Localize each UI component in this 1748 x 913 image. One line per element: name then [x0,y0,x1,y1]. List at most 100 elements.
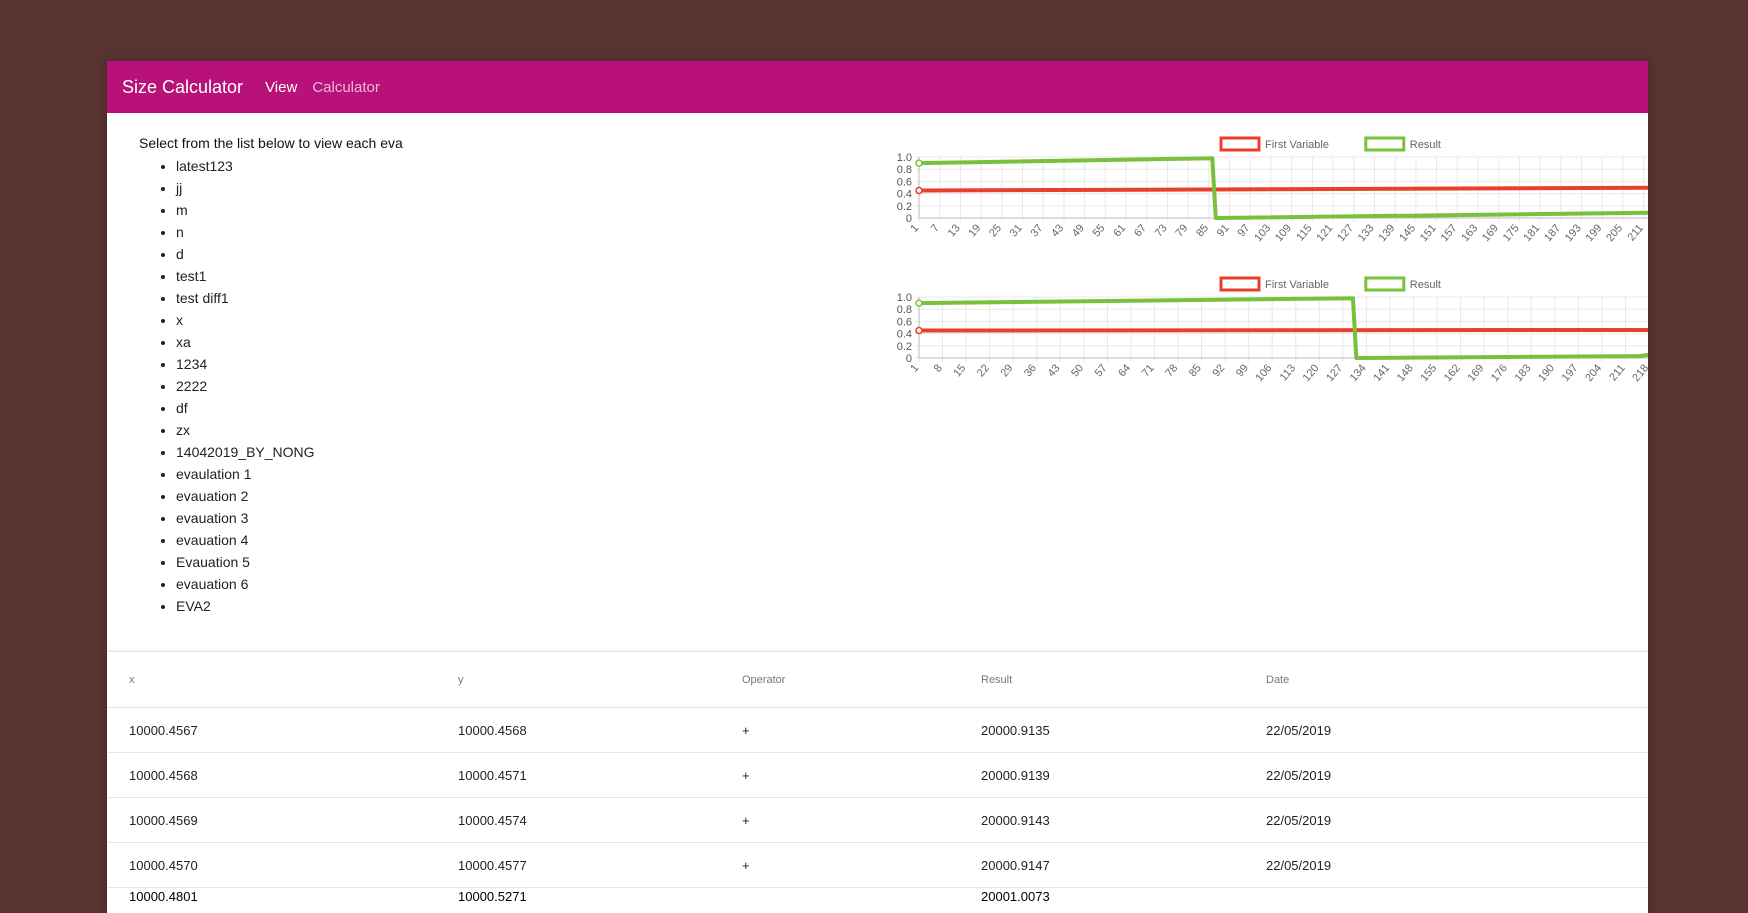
data-point [915,186,923,195]
x-tick-label: 187 [1542,222,1563,244]
x-tick-label: 205 [1604,222,1625,244]
table-cell: 10000.4577 [458,842,742,888]
x-tick-label: 7 [929,222,942,234]
evaluation-list-item[interactable]: 14042019_BY_NONG [176,441,739,463]
table-cell: 10000.4568 [458,707,742,753]
x-tick-label: 1 [908,362,921,374]
table-row[interactable]: 10000.4568 10000.4571 +20000.9139 22/05/201… [107,752,1648,798]
nav-link-view[interactable]: View [265,79,297,96]
evaluation-list-item[interactable]: evauation 3 [176,507,739,529]
evaluation-list-item[interactable]: EVA2 [176,595,739,617]
legend-swatch [1364,136,1406,152]
x-tick-label: 61 [1111,222,1128,239]
x-tick-label: 85 [1194,222,1211,239]
x-tick-label: 36 [1022,362,1039,379]
data-point [915,326,923,335]
brand[interactable]: Size Calculator [122,77,243,98]
evaluation-list-item[interactable]: test1 [176,265,739,287]
table-cell: 10000.4570 [107,842,458,888]
evaluation-list-item[interactable]: evauation 6 [176,573,739,595]
evaluation-list-item[interactable]: Evauation 5 [176,551,739,573]
evaluation-list-item[interactable]: xa [176,331,739,353]
x-tick-label: 31 [1008,222,1025,239]
x-tick-label: 211 [1607,362,1627,383]
x-tick-label: 169 [1480,222,1501,244]
x-tick-label: 151 [1418,222,1439,244]
evaluation-list-item[interactable]: n [176,221,739,243]
evaluation-list-item[interactable]: x [176,309,739,331]
evaluation-list-item[interactable]: 1234 [176,353,739,375]
series-line [918,327,1648,333]
evaluation-list-item[interactable]: latest123 [176,155,739,177]
evaluation-list-item[interactable]: zx [176,419,739,441]
column-header-result[interactable]: Result [981,652,1266,708]
x-tick-label: 99 [1234,362,1251,379]
evaluation-list-item[interactable]: test diff1 [176,287,739,309]
x-tick-label: 193 [1563,222,1584,244]
total-cell: 10000.4801 [129,889,198,904]
x-tick-label: 25 [987,222,1004,239]
x-tick-label: 92 [1210,362,1227,379]
y-tick-label: 0.6 [897,176,912,188]
series-line [918,185,1648,193]
evaluation-list-item[interactable]: evauation 2 [176,485,739,507]
main-content: Select from the list below to view each … [107,113,1648,703]
table-cell: 22/05/2019 [1266,752,1648,798]
x-tick-label: 127 [1335,222,1356,244]
x-tick-label: 103 [1252,222,1273,244]
table-cell: 10000.4574 [458,797,742,843]
x-tick-label: 1 [908,222,921,234]
x-tick-label: 115 [1294,222,1314,243]
nav-link-calculator[interactable]: Calculator [312,79,380,96]
x-tick-label: 57 [1093,362,1110,379]
column-header-date[interactable]: Date [1266,652,1648,708]
x-tick-label: 13 [946,222,963,239]
evaluation-list: latest123jjmndtest1test diff1xxa12342222… [139,155,739,617]
table-body: 10000.4567 10000.4568 +20000.9135 22/05/201… [107,707,1648,908]
legend-swatch [1219,276,1261,292]
evaluation-list-item[interactable]: d [176,243,739,265]
legend-label: Result [1410,139,1441,151]
table-cell: 10000.4567 [107,707,458,753]
evaluation-list-section: Select from the list below to view each … [139,135,739,617]
y-tick-label: 0.8 [897,164,912,176]
table-row[interactable]: 10000.4569 10000.4574 +20000.9143 22/05/201… [107,797,1648,843]
results-table-section: x y Operator Result Date 10000.4567 10000… [107,651,1648,913]
evaluation-list-item[interactable]: 2222 [176,375,739,397]
x-tick-label: 197 [1560,362,1581,384]
evaluation-list-item[interactable]: m [176,199,739,221]
x-tick-label: 113 [1278,362,1298,383]
table-row[interactable]: 10000.4567 10000.4568 +20000.9135 22/05/201… [107,707,1648,753]
legend-swatch [1219,136,1261,152]
x-tick-label: 78 [1163,362,1180,379]
evaluation-list-item[interactable]: evauation 4 [176,529,739,551]
table-row[interactable]: 10000.4570 10000.4577 +20000.9147 22/05/201… [107,842,1648,888]
column-header-x[interactable]: x [107,652,458,708]
x-tick-label: 8 [932,362,945,374]
column-header-y[interactable]: y [458,652,742,708]
table-cell: 20000.9143 [981,797,1266,843]
line-chart-1: First Variable Result00.20.40.60.81.01 7 13… [897,136,1648,244]
x-tick-label: 73 [1153,222,1170,239]
y-tick-label: 0.4 [897,329,912,341]
legend-item[interactable]: First Variable [1219,136,1329,152]
x-tick-label: 29 [998,362,1015,379]
evaluation-list-item[interactable]: evaulation 1 [176,463,739,485]
x-tick-label: 181 [1521,222,1542,244]
x-tick-label: 67 [1132,222,1149,239]
column-header-operator[interactable]: Operator [742,652,981,708]
y-tick-label: 0.2 [897,341,912,353]
x-tick-label: 50 [1069,362,1086,379]
x-tick-label: 217 [1646,222,1648,244]
evaluation-list-item[interactable]: df [176,397,739,419]
table-cell: 20000.9139 [981,752,1266,798]
table-cell: + [742,842,981,888]
data-point [915,299,923,307]
legend-item[interactable]: Result [1364,276,1441,292]
evaluation-list-item[interactable]: jj [176,177,739,199]
legend-item[interactable]: Result [1364,136,1441,152]
y-tick-label: 1.0 [897,152,912,164]
total-cell: 10000.5271 [458,889,527,904]
x-tick-label: 133 [1356,222,1377,244]
legend-item[interactable]: First Variable [1219,276,1329,292]
